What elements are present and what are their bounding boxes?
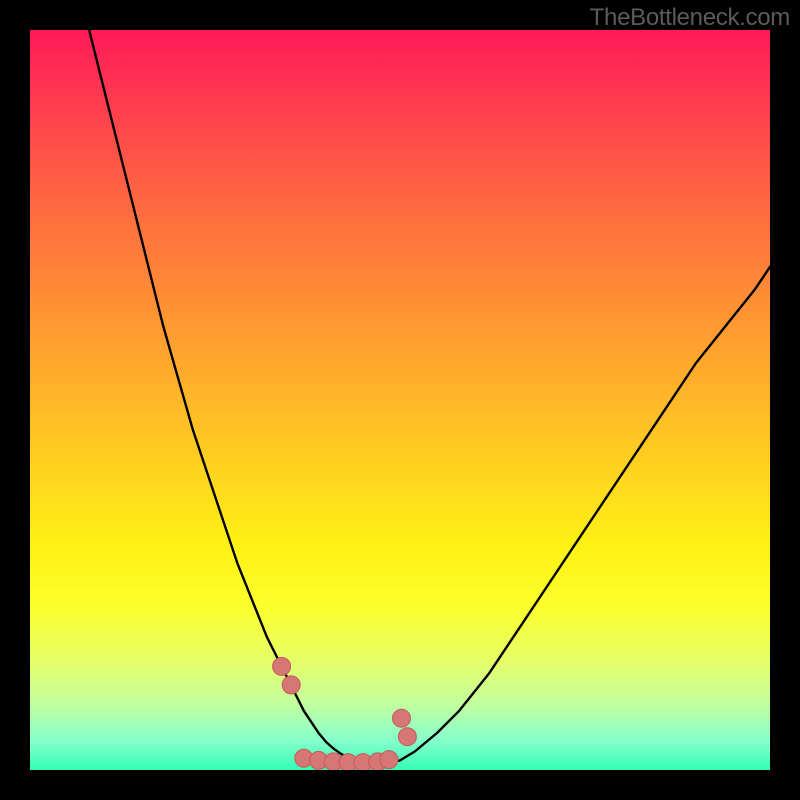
marker-right-lower-dot bbox=[398, 728, 416, 746]
marker-left-lower-dot bbox=[282, 676, 300, 694]
chart-stage: TheBottleneck.com bbox=[0, 0, 800, 800]
plot-area bbox=[30, 30, 770, 770]
watermark-label: TheBottleneck.com bbox=[590, 4, 790, 32]
marker-left-upper-dot bbox=[273, 657, 291, 675]
marker-right-upper-dot bbox=[393, 709, 411, 727]
marker-layer bbox=[30, 30, 770, 770]
marker-floor-7 bbox=[380, 751, 398, 769]
